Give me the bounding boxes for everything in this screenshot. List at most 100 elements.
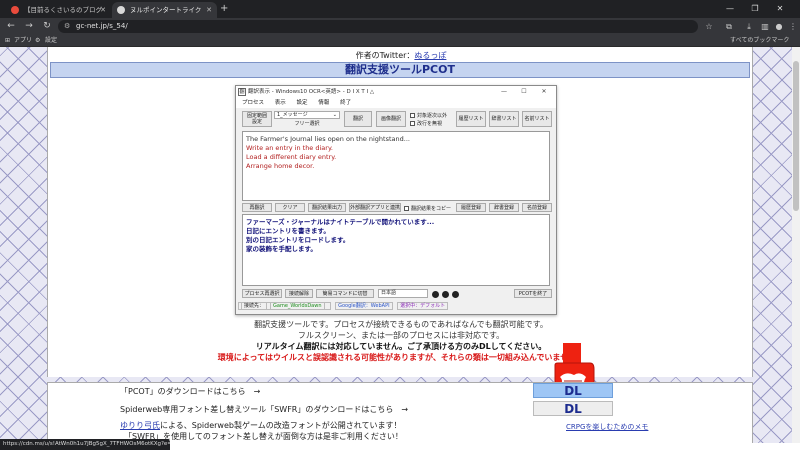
app-stop-icon	[452, 291, 459, 298]
app-name-reg-button: 名前登録	[522, 203, 552, 212]
source-line: Write an entry in the diary.	[246, 144, 333, 152]
new-tab-button[interactable]: +	[220, 2, 228, 16]
source-line: Load a different diary entry.	[246, 153, 337, 161]
pcot-download-text: 「PCOT」のダウンロードはこちら →	[120, 387, 261, 396]
app-menu-item: 終了	[340, 100, 352, 106]
favicon-icon	[11, 6, 19, 14]
app-language-select: 日本語	[378, 289, 428, 298]
link-status-url: https://cdn.ms/u/s!AtWn0h1u7JBg5gX_7TFHW…	[0, 439, 170, 450]
all-bookmarks-link[interactable]: すべてのブックマーク	[730, 35, 789, 47]
crpg-memo-link[interactable]: CRPGを楽しむためのメモ	[566, 422, 648, 432]
close-icon[interactable]: ✕	[206, 2, 212, 18]
site-info-icon[interactable]: ⚙	[64, 20, 70, 33]
browser-tab-1[interactable]: 【目前るくさいるのブログ ✕	[6, 2, 111, 18]
app-history-reg-button: 履歴登録	[456, 203, 486, 212]
status-engine: Google翻訳：WebAPI	[335, 302, 393, 310]
app-history-list-button: 履歴リスト	[456, 111, 486, 127]
app-process-reselect-button: プロセス再選択	[242, 289, 282, 298]
app-fix-range-button: 固定範囲 設定	[242, 111, 272, 127]
app-output-button: 翻訳結果出力	[308, 203, 346, 212]
app-source-text: The Farmer's Journal lies open on the ni…	[242, 131, 550, 201]
app-dictionary-list-button: 辞書リスト	[489, 111, 519, 127]
menu-icon[interactable]: ⋮	[786, 18, 800, 35]
app-title: 翻訳表示 - Windows10 OCR<英語> - D I X T I △	[248, 89, 375, 95]
author-label: 作者のTwitter：	[355, 51, 415, 60]
app-name-list-button: 名前リスト	[522, 111, 552, 127]
output-line: 別の日記エントリをロードします。	[246, 236, 350, 244]
app-message-select: 1_メッセージ ⌄	[274, 111, 340, 119]
reload-icon[interactable]: ↻	[40, 18, 54, 35]
description-line: フルスクリーン、または一部のプロセスには非対応です。	[297, 331, 505, 340]
app-play-icon	[432, 291, 439, 298]
description-line: 翻訳支援ツールです。プロセスが接続できるものであればなんでも翻訳可能です。	[254, 320, 548, 329]
main-content: 作者のTwitter：ぬるっぽ 翻訳支援ツールPCOT 翻 翻訳表示 - Win…	[47, 47, 753, 377]
app-pause-icon	[442, 291, 449, 298]
app-close-icon: ✕	[541, 88, 547, 95]
page-title: 翻訳支援ツールPCOT	[50, 62, 750, 78]
output-line: 日記にエントリを書きます。	[246, 227, 330, 235]
app-maximize-icon: ☐	[521, 88, 527, 95]
status-target: 接続先： Game_WorldsDawn	[238, 302, 331, 310]
app-exit-button: PCOTを終了	[514, 289, 552, 298]
app-retranslate-button: 再翻訳	[242, 203, 272, 212]
download-icon[interactable]: ⤓	[742, 18, 756, 35]
author-link[interactable]: ぬるっぽ	[414, 51, 446, 60]
app-minimize-icon: —	[501, 88, 507, 95]
tab-bar: 【目前るくさいるのブログ ✕ ヌルポインタートライク ✕ + — ❐ ✕	[0, 0, 800, 18]
app-checkbox-2: 改行を無視	[410, 120, 442, 127]
forward-icon[interactable]: →	[22, 18, 36, 35]
browser-tab-2[interactable]: ヌルポインタートライク ✕	[112, 2, 217, 18]
download-section: 「PCOT」のダウンロードはこちら → Spiderweb専用フォント差し替えツ…	[47, 382, 753, 443]
app-select-value: 1_メッセージ	[277, 112, 308, 118]
scrollbar[interactable]	[792, 47, 800, 443]
font-note: ゆりり弓氏による、Spiderweb製ゲームの改造フォントが公開されています！	[120, 421, 402, 430]
maximize-icon[interactable]: ❐	[745, 0, 765, 18]
author-line: 作者のTwitter：ぬるっぽ	[48, 50, 754, 61]
bookmark-settings[interactable]: 設定	[45, 35, 57, 47]
app-clear-button: クリア	[275, 203, 305, 212]
favicon-icon	[117, 6, 125, 14]
bookmarks-bar: ⊞ アプリ ⚙ 設定 すべてのブックマーク	[0, 35, 800, 47]
app-simple-command-button: 簡易コマンドに切替	[316, 289, 374, 298]
author-font-link[interactable]: ゆりり弓氏	[120, 421, 160, 430]
app-translate-button: 翻訳	[344, 111, 372, 127]
page-background: 作者のTwitter：ぬるっぽ 翻訳支援ツールPCOT 翻 翻訳表示 - Win…	[0, 47, 800, 443]
status-mode: 選択中：デフォルト	[397, 302, 449, 310]
settings-icon[interactable]: ⚙	[35, 35, 40, 47]
scrollbar-thumb[interactable]	[793, 61, 799, 211]
sidepanel-icon[interactable]: ▥	[758, 18, 772, 35]
tab-title: 【目前るくさいるのブログ	[24, 6, 102, 14]
app-free-select-label: フリー選択	[294, 120, 320, 127]
app-image-translate-button: 画像翻訳	[376, 111, 406, 127]
avatar[interactable]: ●	[772, 18, 786, 35]
description-line: リアルタイム翻訳には対応していません。ご了承頂ける方のみDLしてください。	[255, 342, 547, 351]
pcot-dl-button[interactable]: DL	[533, 383, 613, 398]
app-dict-reg-button: 辞書登録	[489, 203, 519, 212]
app-menu-item: 情報	[318, 100, 330, 106]
app-menu-item: 設定	[296, 100, 308, 106]
bookmark-apps[interactable]: アプリ	[14, 35, 32, 47]
warning-line: 環境によってはウイルスと誤認識される可能性がありますが、それらの類は一切組み込ん…	[217, 353, 585, 362]
app-menu-item: 表示	[274, 100, 286, 106]
minimize-icon[interactable]: —	[720, 0, 740, 18]
close-icon[interactable]: ✕	[100, 2, 106, 18]
swfr-dl-button[interactable]: DL	[533, 401, 613, 416]
address-bar[interactable]: ⚙ gc-net.jp/s_54/	[58, 20, 698, 33]
back-icon[interactable]: ←	[4, 18, 18, 35]
source-line: The Farmer's Journal lies open on the ni…	[246, 135, 410, 143]
swfr-download-text: Spiderweb専用フォント差し替えツール「SWFR」のダウンロードはこちら …	[120, 405, 409, 414]
output-line: ファーマーズ・ジャーナルはナイトテーブルで開かれています...	[246, 218, 435, 226]
bookmark-star-icon[interactable]: ☆	[702, 18, 716, 35]
chevron-down-icon: ⌄	[332, 112, 337, 118]
app-titlebar: 翻 翻訳表示 - Windows10 OCR<英語> - D I X T I △…	[236, 86, 556, 98]
app-translated-text: ファーマーズ・ジャーナルはナイトテーブルで開かれています... 日記にエントリを…	[242, 214, 550, 286]
tab-title: ヌルポインタートライク	[130, 6, 202, 14]
close-window-icon[interactable]: ✕	[770, 0, 790, 18]
app-menubar: プロセス 表示 設定 情報 終了	[236, 98, 556, 108]
app-icon: 翻	[238, 88, 246, 96]
app-menu-item: プロセス	[242, 100, 265, 106]
app-disconnect-button: 接続解除	[285, 289, 313, 298]
url-text: gc-net.jp/s_54/	[76, 22, 128, 30]
apps-icon[interactable]: ⊞	[5, 35, 10, 47]
extensions-icon[interactable]: ⧉	[722, 18, 736, 35]
